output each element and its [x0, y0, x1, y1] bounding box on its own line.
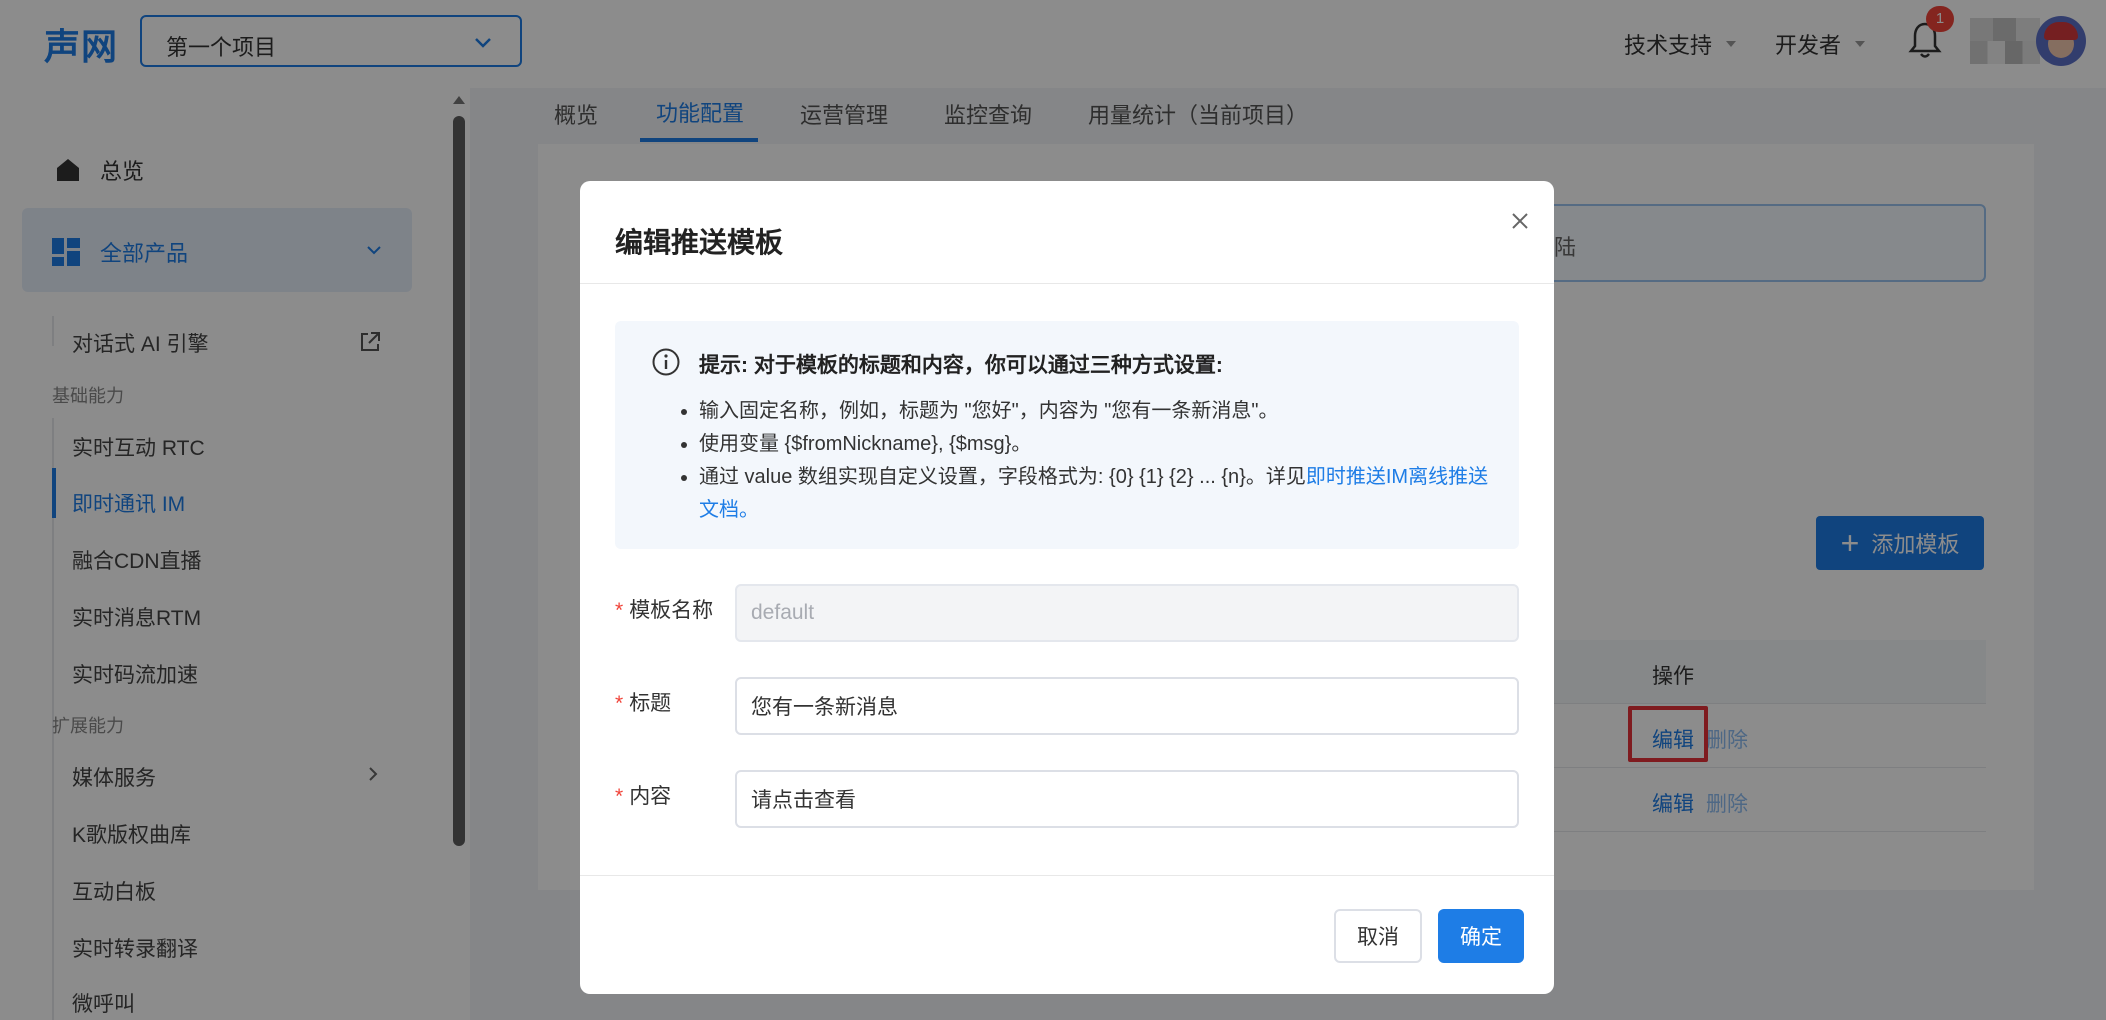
edit-push-template-dialog: 编辑推送模板 提示: 对于模板的标题和内容，你可以通过三种方式设置: 输入固定名…	[580, 181, 1554, 994]
tip-item-text: 通过 value 数组实现自定义设置，字段格式为: {0} {1} {2} ..…	[699, 466, 1306, 488]
info-icon	[652, 348, 680, 376]
content-row: * 内容	[615, 770, 1519, 828]
tip-item: 输入固定名称，例如，标题为 "您好"，内容为 "您有一条新消息"。	[681, 395, 1489, 428]
required-asterisk: *	[615, 785, 624, 808]
dialog-title: 编辑推送模板	[615, 227, 784, 258]
tip-box: 提示: 对于模板的标题和内容，你可以通过三种方式设置: 输入固定名称，例如，标题…	[615, 321, 1519, 549]
template-name-label: * 模板名称	[615, 594, 713, 624]
tip-item-suffix: 。	[739, 499, 759, 521]
tip-list: 输入固定名称，例如，标题为 "您好"，内容为 "您有一条新消息"。 使用变量 {…	[681, 395, 1489, 527]
cancel-button[interactable]: 取消	[1334, 909, 1422, 963]
dialog-divider	[580, 283, 1554, 284]
tip-item: 使用变量 {$fromNickname}, {$msg}。	[681, 428, 1489, 461]
close-icon[interactable]	[1510, 211, 1530, 231]
title-row: * 标题	[615, 677, 1519, 735]
required-asterisk: *	[615, 692, 624, 715]
template-name-row: * 模板名称	[615, 584, 1519, 642]
title-field[interactable]	[735, 677, 1519, 735]
template-name-label-text: 模板名称	[629, 599, 714, 622]
content-field[interactable]	[735, 770, 1519, 828]
dialog-footer-divider	[580, 875, 1554, 876]
title-label-text: 标题	[629, 692, 672, 715]
template-name-field	[735, 584, 1519, 642]
title-label: * 标题	[615, 687, 671, 717]
tip-heading: 提示: 对于模板的标题和内容，你可以通过三种方式设置:	[699, 354, 1223, 377]
content-label-text: 内容	[629, 785, 672, 808]
required-asterisk: *	[615, 599, 624, 622]
tip-item: 通过 value 数组实现自定义设置，字段格式为: {0} {1} {2} ..…	[681, 461, 1489, 527]
confirm-button[interactable]: 确定	[1438, 909, 1524, 963]
content-label: * 内容	[615, 780, 671, 810]
